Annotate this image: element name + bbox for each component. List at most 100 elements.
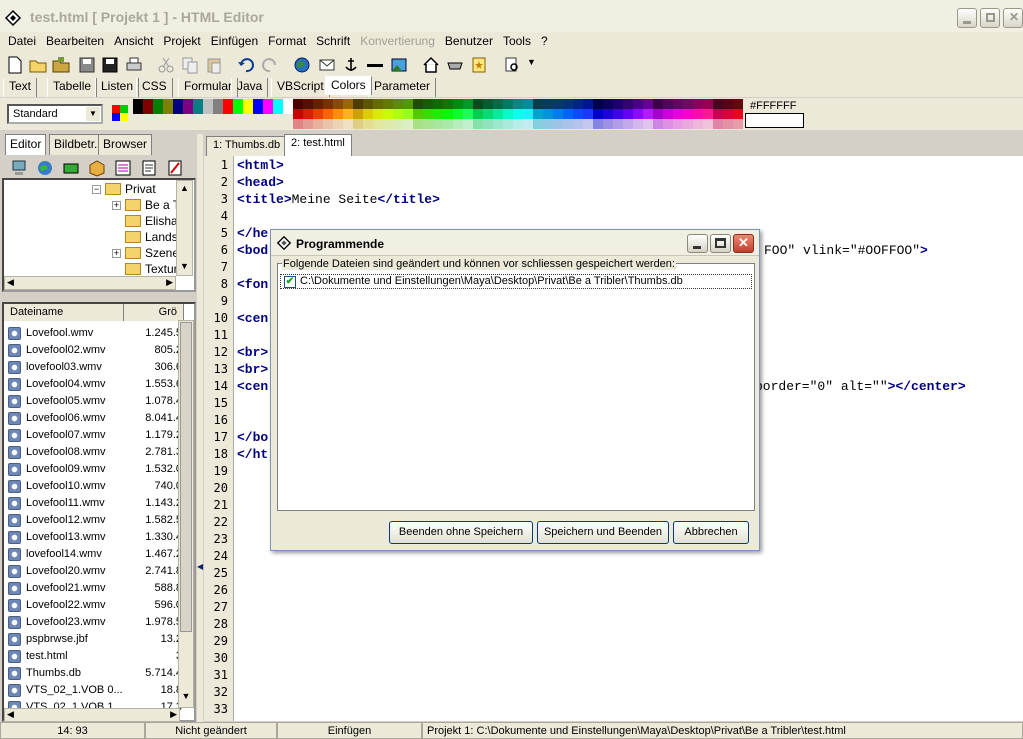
anchor-icon[interactable] bbox=[342, 56, 360, 74]
color-swatch[interactable] bbox=[693, 99, 703, 109]
file-row[interactable]: Lovefool04.wmv 1.553.6 bbox=[6, 376, 182, 393]
image-icon[interactable] bbox=[390, 56, 408, 74]
color-swatch[interactable] bbox=[303, 99, 313, 109]
color-swatch[interactable] bbox=[533, 119, 543, 129]
file-row[interactable]: Lovefool12.wmv 1.582.5 bbox=[6, 512, 182, 529]
color-swatch[interactable] bbox=[293, 119, 303, 129]
horizontal-rule-icon[interactable] bbox=[366, 56, 384, 74]
color-swatch[interactable] bbox=[333, 99, 343, 109]
file-row[interactable]: Lovefool07.wmv 1.179.2 bbox=[6, 427, 182, 444]
color-swatch[interactable] bbox=[443, 109, 453, 119]
tab-editor[interactable]: Editor bbox=[5, 134, 47, 155]
menu-projekt[interactable]: Projekt bbox=[158, 32, 205, 52]
color-swatch[interactable] bbox=[733, 119, 743, 129]
color-swatch[interactable] bbox=[693, 119, 703, 129]
color-swatch[interactable] bbox=[703, 119, 713, 129]
color-swatch[interactable] bbox=[363, 99, 373, 109]
file-row[interactable]: Lovefool08.wmv 2.781.3 bbox=[6, 444, 182, 461]
file-row[interactable]: Lovefool10.wmv 740.0 bbox=[6, 478, 182, 495]
expand-icon[interactable]: + bbox=[112, 249, 121, 258]
new-file-icon[interactable] bbox=[6, 56, 24, 74]
color-swatch[interactable] bbox=[503, 109, 513, 119]
color-swatch[interactable] bbox=[533, 109, 543, 119]
tab-bildbetr[interactable]: Bildbetr. bbox=[49, 134, 103, 155]
style-select[interactable]: Standard ▼ bbox=[7, 104, 103, 124]
color-swatch[interactable] bbox=[353, 109, 363, 119]
color-palette[interactable] bbox=[133, 99, 743, 129]
color-swatch[interactable] bbox=[453, 109, 463, 119]
color-swatch[interactable] bbox=[323, 119, 333, 129]
color-swatch[interactable] bbox=[523, 99, 533, 109]
color-swatch[interactable] bbox=[423, 109, 433, 119]
color-swatch[interactable] bbox=[473, 99, 483, 109]
color-swatch[interactable] bbox=[663, 99, 673, 109]
undo-icon[interactable] bbox=[237, 56, 255, 74]
color-swatch[interactable] bbox=[643, 119, 653, 129]
folder-tree[interactable]: − Privat + Be a T Elisha Lands + Szene Textur bbox=[2, 178, 196, 292]
color-swatch[interactable] bbox=[723, 99, 733, 109]
color-swatch[interactable] bbox=[463, 99, 473, 109]
file-row[interactable]: Lovefool22.wmv 596.0 bbox=[6, 597, 182, 614]
color-swatch[interactable] bbox=[433, 99, 443, 109]
current-color-swatch[interactable] bbox=[745, 113, 804, 128]
color-swatch[interactable] bbox=[483, 109, 493, 119]
open-folder-icon[interactable] bbox=[29, 56, 47, 74]
color-swatch[interactable] bbox=[663, 109, 673, 119]
color-swatch[interactable] bbox=[313, 119, 323, 129]
color-swatch[interactable] bbox=[383, 109, 393, 119]
color-swatch[interactable] bbox=[703, 99, 713, 109]
color-swatch[interactable] bbox=[653, 109, 663, 119]
file-row[interactable]: Lovefool20.wmv 2.741.8 bbox=[6, 563, 182, 580]
color-swatch[interactable] bbox=[313, 109, 323, 119]
color-swatch[interactable] bbox=[713, 119, 723, 129]
color-swatch[interactable] bbox=[143, 99, 153, 114]
file-row[interactable]: Lovefool06.wmv 8.041.4 bbox=[6, 410, 182, 427]
color-swatch[interactable] bbox=[603, 119, 613, 129]
color-swatch[interactable] bbox=[133, 99, 143, 114]
color-swatch[interactable] bbox=[633, 119, 643, 129]
network-globe-icon[interactable] bbox=[36, 159, 54, 177]
color-swatch[interactable] bbox=[653, 119, 663, 129]
color-swatch[interactable] bbox=[523, 119, 533, 129]
file-row[interactable]: Thumbs.db 5.714.4 bbox=[6, 665, 182, 682]
color-swatch[interactable] bbox=[343, 119, 353, 129]
color-swatch[interactable] bbox=[573, 119, 583, 129]
color-swatch[interactable] bbox=[523, 109, 533, 119]
file-row[interactable]: Lovefool13.wmv 1.330.4 bbox=[6, 529, 182, 546]
color-swatch[interactable] bbox=[583, 119, 593, 129]
color-swatch[interactable] bbox=[733, 109, 743, 119]
tree-vertical-scrollbar[interactable]: ▲ ▼ bbox=[176, 180, 193, 276]
color-swatch[interactable] bbox=[333, 109, 343, 119]
color-swatch[interactable] bbox=[373, 119, 383, 129]
color-swatch[interactable] bbox=[553, 119, 563, 129]
color-swatch[interactable] bbox=[203, 99, 213, 114]
color-swatch[interactable] bbox=[463, 109, 473, 119]
color-swatch[interactable] bbox=[323, 109, 333, 119]
color-swatch[interactable] bbox=[473, 119, 483, 129]
file-row[interactable]: lovefool14.wmv 1.467.2 bbox=[6, 546, 182, 563]
menu-ansicht[interactable]: Ansicht bbox=[109, 32, 158, 52]
minimize-button[interactable] bbox=[957, 8, 977, 28]
menu-benutzer[interactable]: Benutzer bbox=[440, 32, 498, 52]
color-swatch[interactable] bbox=[493, 119, 503, 129]
color-swatch[interactable] bbox=[683, 119, 693, 129]
color-swatch[interactable] bbox=[563, 99, 573, 109]
save-icon[interactable] bbox=[78, 56, 96, 74]
color-swatch[interactable] bbox=[243, 99, 253, 114]
color-swatch[interactable] bbox=[353, 99, 363, 109]
scrollbar-thumb[interactable] bbox=[180, 322, 192, 632]
file-list[interactable]: Dateiname Grö Lovefool.wmv 1.245.5 Lovefoo… bbox=[2, 302, 196, 722]
preview-icon[interactable] bbox=[503, 56, 521, 74]
color-picker-icon[interactable] bbox=[112, 105, 128, 121]
color-swatch[interactable] bbox=[393, 119, 403, 129]
file-row[interactable]: Lovefool11.wmv 1.143.2 bbox=[6, 495, 182, 512]
file-row[interactable]: Lovefool.wmv 1.245.5 bbox=[6, 325, 182, 342]
color-swatch[interactable] bbox=[633, 109, 643, 119]
color-swatch[interactable] bbox=[403, 109, 413, 119]
color-swatch[interactable] bbox=[333, 119, 343, 129]
cut-icon[interactable] bbox=[157, 56, 175, 74]
menu-einfuegen[interactable]: Einfügen bbox=[206, 32, 263, 52]
color-swatch[interactable] bbox=[273, 99, 283, 114]
color-swatch[interactable] bbox=[283, 99, 293, 114]
color-swatch[interactable] bbox=[633, 99, 643, 109]
